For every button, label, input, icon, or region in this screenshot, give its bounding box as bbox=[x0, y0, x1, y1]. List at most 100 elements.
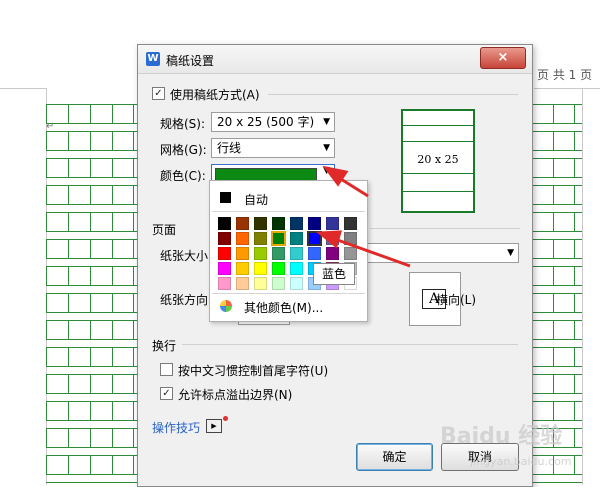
color-swatch[interactable] bbox=[326, 232, 339, 245]
grid-row bbox=[531, 105, 582, 124]
grid-cell bbox=[68, 105, 90, 123]
grid-cell bbox=[553, 375, 575, 393]
grid-cell bbox=[553, 213, 575, 231]
color-swatch[interactable] bbox=[344, 217, 357, 230]
preview-line bbox=[403, 191, 473, 192]
color-swatch[interactable] bbox=[254, 217, 267, 230]
grid-cell bbox=[531, 321, 553, 339]
more-colors-option[interactable]: 其他颜色(M)... bbox=[210, 297, 367, 317]
color-swatch[interactable] bbox=[290, 217, 303, 230]
grid-gap bbox=[46, 394, 138, 402]
grid-gap bbox=[46, 178, 138, 186]
grid-cell bbox=[531, 240, 553, 258]
color-swatch[interactable] bbox=[236, 247, 249, 260]
color-swatch[interactable] bbox=[272, 262, 285, 275]
auto-color-option[interactable]: 自动 bbox=[210, 187, 367, 209]
color-swatch[interactable] bbox=[290, 247, 303, 260]
auto-color-label: 自动 bbox=[244, 193, 269, 207]
grid-row bbox=[531, 186, 582, 205]
color-swatch[interactable] bbox=[290, 232, 303, 245]
color-swatch[interactable] bbox=[308, 217, 321, 230]
grid-cell bbox=[112, 456, 134, 474]
video-play-icon[interactable]: ▶ bbox=[206, 419, 222, 433]
grid-cell bbox=[112, 267, 134, 285]
color-swatch[interactable] bbox=[290, 262, 303, 275]
grid-cell bbox=[90, 294, 112, 312]
spec-select[interactable]: 20 x 25 (500 字) ▼ bbox=[211, 112, 335, 132]
color-swatch[interactable] bbox=[254, 247, 267, 260]
close-button[interactable]: × bbox=[480, 47, 526, 69]
color-swatch[interactable] bbox=[272, 247, 285, 260]
color-swatch[interactable] bbox=[272, 217, 285, 230]
grid-cell bbox=[68, 159, 90, 177]
dialog-title: 稿纸设置 bbox=[166, 54, 215, 68]
grid-cell bbox=[112, 186, 134, 204]
grid-row bbox=[46, 213, 138, 232]
grid-cell bbox=[46, 132, 68, 150]
grid-cell bbox=[553, 105, 575, 123]
color-swatch[interactable] bbox=[344, 232, 357, 245]
grid-cell bbox=[46, 294, 68, 312]
grid-row bbox=[46, 375, 138, 394]
grid-gap bbox=[531, 151, 582, 159]
paper-size-select[interactable]: ▼ bbox=[367, 243, 519, 263]
color-swatch[interactable] bbox=[254, 232, 267, 245]
baidu-watermark: Baidu 经验 bbox=[440, 424, 563, 449]
grid-cell bbox=[553, 186, 575, 204]
grid-cell bbox=[46, 213, 68, 231]
divider bbox=[212, 211, 365, 212]
color-swatch[interactable] bbox=[307, 231, 322, 246]
tips-link[interactable]: 操作技巧 bbox=[152, 419, 200, 436]
color-swatch[interactable] bbox=[326, 217, 339, 230]
grid-gap bbox=[531, 286, 582, 294]
color-swatch[interactable] bbox=[271, 231, 286, 246]
grid-cell bbox=[531, 267, 553, 285]
color-swatch[interactable] bbox=[218, 247, 231, 260]
chinese-control-checkbox[interactable] bbox=[160, 363, 173, 376]
grid-row bbox=[46, 132, 138, 151]
allow-punct-checkbox[interactable]: ✓ bbox=[160, 387, 173, 400]
ok-button[interactable]: 确定 bbox=[356, 443, 433, 471]
color-swatch[interactable] bbox=[272, 277, 285, 290]
grid-select[interactable]: 行线 ▼ bbox=[211, 138, 335, 158]
color-swatch[interactable] bbox=[344, 247, 357, 260]
grid-cell bbox=[90, 402, 112, 420]
color-swatch[interactable] bbox=[308, 247, 321, 260]
grid-cell bbox=[531, 105, 553, 123]
color-swatch[interactable] bbox=[254, 262, 267, 275]
chevron-down-icon: ▼ bbox=[507, 248, 514, 258]
more-colors-label: 其他颜色(M)... bbox=[244, 301, 324, 315]
grid-gap bbox=[531, 313, 582, 321]
grid-gap bbox=[531, 259, 582, 267]
grid-cell bbox=[68, 321, 90, 339]
grid-row bbox=[531, 375, 582, 394]
color-swatch[interactable] bbox=[236, 262, 249, 275]
grid-gap bbox=[46, 286, 138, 294]
color-swatch[interactable] bbox=[236, 277, 249, 290]
dialog-titlebar[interactable]: W 稿纸设置 × bbox=[138, 45, 532, 74]
grid-cell bbox=[112, 105, 134, 123]
grid-row bbox=[46, 429, 138, 448]
grid-cell bbox=[90, 213, 112, 231]
grid-row bbox=[531, 213, 582, 232]
grid-cell bbox=[553, 240, 575, 258]
grid-cell bbox=[553, 159, 575, 177]
grid-cell bbox=[531, 186, 553, 204]
use-paper-mode-label: 使用稿纸方式(A) bbox=[170, 88, 260, 102]
preview-line bbox=[403, 173, 473, 174]
color-tooltip: 蓝色 bbox=[313, 263, 355, 285]
use-paper-mode-checkbox[interactable]: ✓ bbox=[152, 87, 165, 100]
color-swatch[interactable] bbox=[254, 277, 267, 290]
grid-cell bbox=[531, 348, 553, 366]
color-swatch[interactable] bbox=[326, 247, 339, 260]
baidu-watermark-url: jingyan.baidu.com bbox=[470, 455, 572, 468]
color-swatch[interactable] bbox=[290, 277, 303, 290]
color-swatch[interactable] bbox=[218, 277, 231, 290]
color-swatch[interactable] bbox=[218, 217, 231, 230]
color-swatch[interactable] bbox=[218, 232, 231, 245]
color-swatch[interactable] bbox=[236, 232, 249, 245]
color-swatch[interactable] bbox=[218, 262, 231, 275]
grid-cell bbox=[112, 159, 134, 177]
color-swatch[interactable] bbox=[236, 217, 249, 230]
paper-direction-label: 纸张方向 bbox=[160, 293, 209, 307]
